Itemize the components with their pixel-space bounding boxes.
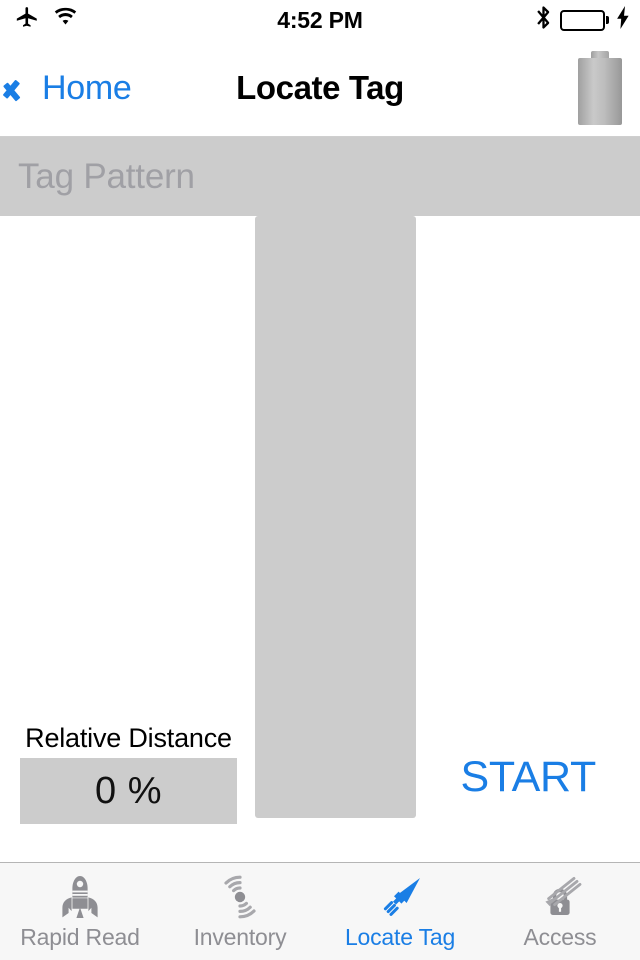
relative-distance-value-box: 0 % [20, 758, 237, 824]
navigation-bar: Home Locate Tag [0, 40, 640, 137]
charging-bolt-icon [617, 6, 630, 34]
status-bar-right [535, 0, 631, 40]
tag-pattern-placeholder: Tag Pattern [18, 156, 195, 196]
relative-distance-label: Relative Distance [25, 723, 232, 753]
battery-icon[interactable] [578, 51, 622, 125]
relative-distance-value: 0 % [95, 769, 162, 812]
battery-icon-body [578, 58, 622, 125]
battery-status-icon [559, 9, 609, 31]
tab-access[interactable]: Access [480, 863, 640, 960]
tab-label-access: Access [523, 924, 597, 950]
tab-label-locate-tag: Locate Tag [344, 924, 456, 950]
tab-rapid-read[interactable]: Rapid Read [0, 863, 160, 960]
tab-label-inventory: Inventory [193, 924, 287, 950]
tab-label-rapid-read: Rapid Read [20, 924, 140, 950]
flashlight-icon [371, 872, 429, 922]
tab-bar: Rapid Read Inventory Locate Tag Access [0, 862, 640, 960]
chevron-left-icon [14, 70, 36, 106]
back-button[interactable]: Home [14, 40, 132, 136]
relative-distance-bar [255, 216, 416, 818]
rfid-signal-icon [211, 872, 269, 922]
tab-inventory[interactable]: Inventory [160, 863, 320, 960]
relative-distance-block: Relative Distance 0 % [20, 723, 237, 824]
locate-tag-content: Relative Distance 0 % START [0, 216, 640, 862]
clock-time: 4:52 PM [277, 6, 363, 33]
tag-pattern-field[interactable]: Tag Pattern [0, 137, 640, 216]
padlock-arrow-icon [531, 872, 589, 922]
rocket-icon [51, 872, 109, 922]
status-bar: 4:52 PM [0, 0, 640, 40]
back-button-label: Home [42, 68, 132, 107]
tab-locate-tag[interactable]: Locate Tag [320, 863, 480, 960]
bluetooth-icon [535, 4, 552, 36]
start-button[interactable]: START [461, 753, 597, 802]
app-screen: 4:52 PM Home Locate Tag Tag Pattern Rela… [0, 0, 640, 960]
